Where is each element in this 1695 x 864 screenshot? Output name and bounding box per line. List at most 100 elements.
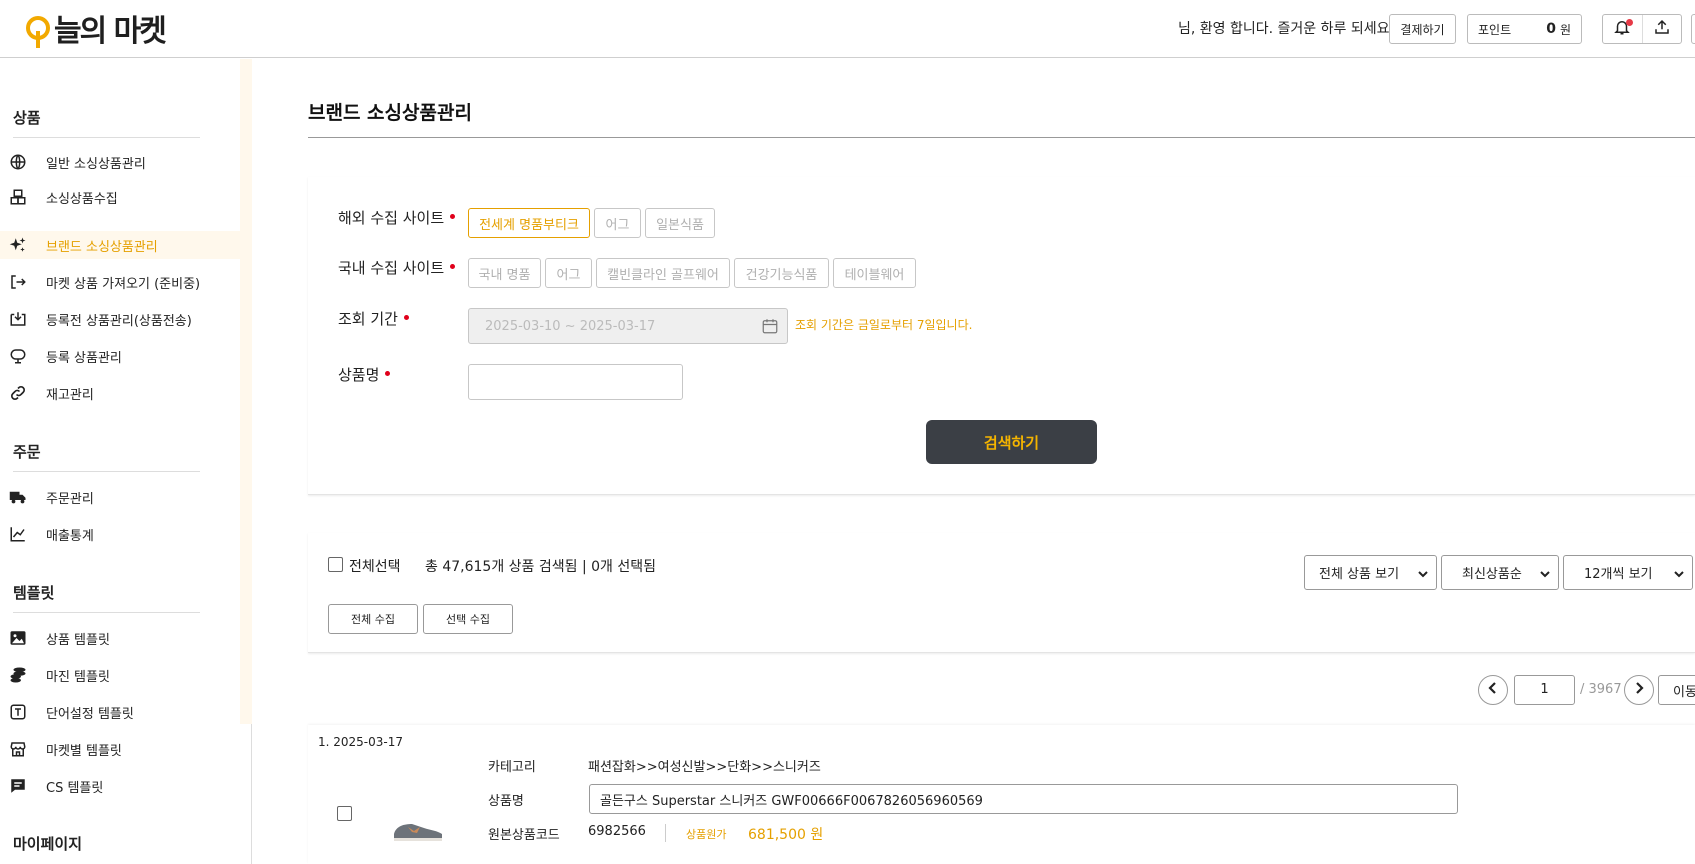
sidebar-item-label: 재고관리 [46, 387, 94, 403]
chevron-right-icon [1634, 682, 1644, 698]
sidebar-item-label: CS 템플릿 [46, 780, 104, 796]
notification-dot [1625, 19, 1633, 26]
chip-domestic-tableware[interactable]: 테이블웨어 [833, 258, 916, 288]
sidebar-item-label: 마켓별 템플릿 [46, 743, 122, 759]
coins-icon [7, 664, 29, 686]
sidebar-section-mypage[interactable]: 마이페이지 [13, 833, 82, 854]
notification-button[interactable] [1603, 15, 1642, 43]
sidebar-item-label: 매출통계 [46, 528, 94, 544]
sidebar-section-product: 상품 [13, 109, 41, 127]
section-divider [13, 471, 200, 472]
import-icon [7, 271, 29, 293]
collect-selected-button[interactable]: 선택 수집 [423, 604, 513, 634]
sidebar-item-margin-template[interactable]: 마진 템플릿 [0, 661, 240, 689]
period-value: 2025-03-10 ~ 2025-03-17 [485, 318, 656, 334]
next-page-button[interactable] [1624, 675, 1654, 705]
chip-domestic-ck-golf[interactable]: 캘빈클라인 골프웨어 [596, 258, 730, 288]
sparkle-icon [7, 234, 29, 256]
sort-value: 최신상품순 [1462, 567, 1522, 582]
truck-icon [7, 486, 29, 508]
price-value: 681,500 원 [748, 827, 824, 843]
store-icon [7, 738, 29, 760]
product-thumbnail[interactable] [390, 810, 445, 846]
chip-domestic-luxury[interactable]: 국내 명품 [468, 258, 541, 288]
result-count: 총 47,615개 상품 검색됨 | 0개 선택됨 [425, 559, 656, 575]
select-all-label[interactable]: 전체선택 [349, 556, 401, 576]
product-name-label: 상품명 [338, 364, 391, 385]
sidebar-item-label: 소싱상품수집 [46, 191, 118, 207]
sidebar-item-label: 마진 템플릿 [46, 669, 110, 685]
chip-domestic-health-food[interactable]: 건강기능식품 [734, 258, 829, 288]
sidebar-item-general-sourcing[interactable]: 일반 소싱상품관리 [0, 148, 240, 176]
chip-overseas-japan-food[interactable]: 일본식품 [645, 208, 715, 238]
collect-all-button[interactable]: 전체 수집 [328, 604, 418, 634]
period-date-range-input[interactable]: 2025-03-10 ~ 2025-03-17 [468, 308, 788, 344]
sidebar-item-pre-registration[interactable]: 등록전 상품관리(상품전송) [0, 305, 240, 333]
select-all-checkbox[interactable] [328, 557, 343, 572]
required-dot [403, 315, 409, 320]
upload-icon [1653, 18, 1671, 40]
header-extra-button[interactable] [1691, 14, 1695, 44]
logo[interactable]: 늘의 마켓 [24, 14, 167, 50]
boxes-icon [7, 186, 29, 208]
monitor-icon [7, 345, 29, 367]
header-icon-group [1602, 14, 1682, 44]
chip-domestic-ugg[interactable]: 어그 [545, 258, 592, 288]
sidebar-item-word-template[interactable]: 단어설정 템플릿 [0, 698, 240, 726]
sidebar-item-cs-template[interactable]: CS 템플릿 [0, 772, 240, 800]
sidebar-scroll-track[interactable] [240, 59, 252, 724]
sidebar-item-sourcing-collect[interactable]: 소싱상품수집 [0, 183, 240, 211]
required-dot [450, 214, 456, 219]
result-panel [308, 533, 1695, 653]
sidebar-item-inventory[interactable]: 재고관리 [0, 379, 240, 407]
point-unit: 원 [1559, 22, 1571, 37]
sidebar-item-sales-stats[interactable]: 매출통계 [0, 520, 240, 548]
code-price-divider [665, 824, 666, 842]
chip-overseas-luxury-boutique[interactable]: 전세계 명품부티크 [468, 208, 590, 238]
item-name-input[interactable]: 골든구스 Superstar 스니커즈 GWF00666F00678260569… [589, 784, 1458, 814]
per-page-value: 12개씩 보기 [1584, 567, 1653, 582]
original-code-value: 6982566 [588, 824, 646, 839]
page-number-input[interactable]: 1 [1514, 675, 1575, 705]
sidebar-item-market-template[interactable]: 마켓별 템플릿 [0, 735, 240, 763]
period-hint: 조회 기간은 금일로부터 7일입니다. [795, 318, 973, 332]
page-move-button[interactable]: 이동 [1658, 675, 1695, 705]
logo-mark-icon [24, 15, 52, 49]
sort-select[interactable]: 최신상품순 [1441, 555, 1559, 590]
chevron-down-icon [1418, 568, 1428, 583]
view-filter-select[interactable]: 전체 상품 보기 [1304, 555, 1437, 590]
sidebar-item-label: 마켓 상품 가져오기 (준비중) [46, 276, 201, 292]
page-total: / 3967 [1580, 682, 1622, 697]
sidebar-item-label: 브랜드 소싱상품관리 [46, 239, 158, 255]
sidebar-item-label: 등록 상품관리 [46, 350, 122, 366]
pay-button[interactable]: 결제하기 [1389, 14, 1456, 44]
overseas-site-label: 해외 수집 사이트 [338, 207, 456, 228]
tray-download-icon [7, 308, 29, 330]
sidebar-item-brand-sourcing[interactable]: 브랜드 소싱상품관리 [0, 231, 240, 259]
chart-line-icon [7, 523, 29, 545]
sidebar-item-registered[interactable]: 등록 상품관리 [0, 342, 240, 370]
link-icon [7, 382, 29, 404]
chevron-left-icon [1488, 682, 1498, 698]
product-name-input[interactable] [468, 364, 683, 400]
sidebar-item-product-template[interactable]: 상품 템플릿 [0, 624, 240, 652]
sidebar-item-label: 단어설정 템플릿 [46, 706, 134, 722]
item-checkbox[interactable] [337, 806, 352, 821]
prev-page-button[interactable] [1478, 675, 1508, 705]
point-value: 0 [1546, 21, 1556, 37]
search-button[interactable]: 검색하기 [926, 420, 1097, 464]
sidebar-item-orders[interactable]: 주문관리 [0, 483, 240, 511]
item-name-value: 골든구스 Superstar 스니커즈 GWF00666F00678260569… [600, 793, 983, 809]
sidebar-item-market-import[interactable]: 마켓 상품 가져오기 (준비중) [0, 268, 240, 296]
upload-button[interactable] [1641, 15, 1681, 43]
section-divider [13, 137, 200, 138]
chevron-down-icon [1674, 568, 1684, 583]
sidebar-section-order: 주문 [13, 443, 41, 461]
per-page-select[interactable]: 12개씩 보기 [1563, 555, 1693, 590]
required-dot [450, 264, 456, 269]
sidebar-item-label: 주문관리 [46, 491, 94, 507]
domestic-site-label: 국내 수집 사이트 [338, 257, 456, 278]
chip-overseas-ugg[interactable]: 어그 [594, 208, 641, 238]
price-label: 상품원가 [686, 828, 727, 841]
calendar-icon[interactable] [761, 317, 779, 339]
